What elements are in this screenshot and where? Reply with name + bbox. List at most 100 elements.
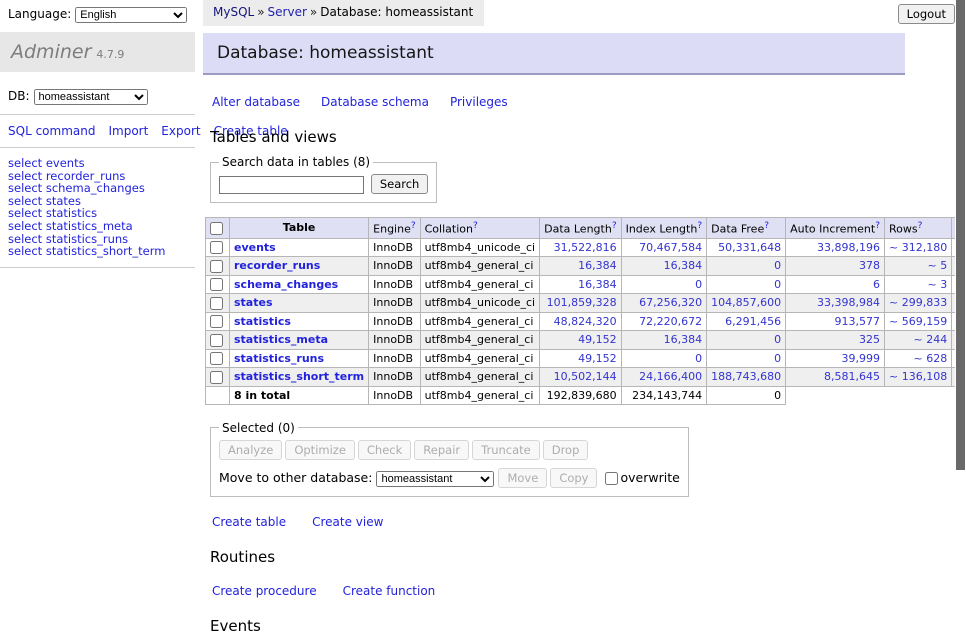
data-free-cell: 50,331,648 (707, 238, 786, 257)
row-checkbox[interactable] (210, 241, 223, 254)
row-checkbox[interactable] (210, 278, 223, 291)
index-length-cell: 16,384 (621, 331, 707, 350)
table-name-link[interactable]: statistics_short_term (234, 370, 364, 383)
total-data-length-cell: 192,839,680 (540, 386, 621, 404)
breadcrumb-item[interactable]: MySQL (213, 5, 254, 19)
create-link[interactable]: Create table (212, 515, 286, 529)
database-action-link[interactable]: Alter database (212, 95, 300, 109)
column-header-label: Auto Increment (790, 223, 875, 236)
selected-action-buttons: AnalyzeOptimizeCheckRepairTruncateDrop (219, 440, 680, 460)
move-db-select[interactable]: homeassistant (376, 471, 494, 487)
row-checkbox[interactable] (210, 315, 223, 328)
sidebar-select-table-link[interactable]: select schema_changes (8, 182, 195, 195)
column-header: Table (230, 218, 369, 239)
selected-button-optimize[interactable]: Optimize (285, 440, 355, 460)
overwrite-checkbox[interactable] (605, 472, 618, 485)
sidebar-actions: SQL commandImportExportCreate table (8, 124, 183, 138)
sidebar-divider (0, 114, 195, 115)
table-name-link[interactable]: recorder_runs (234, 259, 320, 272)
total-label-cell: 8 in total (230, 386, 369, 404)
total-engine-cell: InnoDB (369, 386, 420, 404)
routine-create-link[interactable]: Create function (343, 584, 436, 598)
rows-count-cell: ~ 136,108 (885, 368, 952, 387)
breadcrumb: MySQL»Server»Database: homeassistant (203, 0, 484, 26)
row-checkbox[interactable] (210, 371, 223, 384)
table-name-link[interactable]: schema_changes (234, 278, 338, 291)
breadcrumb-separator: » (307, 5, 320, 19)
row-checkbox[interactable] (210, 297, 223, 310)
table-name-link[interactable]: states (234, 296, 273, 309)
engine-cell: InnoDB (369, 368, 420, 387)
vertical-scrollbar-track[interactable] (955, 0, 966, 543)
engine-cell: InnoDB (369, 238, 420, 257)
engine-cell: InnoDB (369, 349, 420, 368)
row-checkbox[interactable] (210, 334, 223, 347)
rows-count-cell: ~ 5 (885, 257, 952, 276)
sidebar-action-link[interactable]: Import (108, 124, 148, 138)
collation-cell: utf8mb4_general_ci (420, 275, 539, 294)
vertical-scrollbar-thumb[interactable] (956, 0, 965, 470)
app-version: 4.7.9 (96, 48, 124, 61)
db-select-row: DB:homeassistant (8, 89, 195, 105)
breadcrumb-item[interactable]: Server (268, 5, 307, 19)
help-link[interactable]: ? (764, 221, 769, 231)
sidebar-select-table-link[interactable]: select statistics_meta (8, 220, 195, 233)
db-select[interactable]: homeassistant (34, 89, 148, 105)
move-row: Move to other database:homeassistantMove… (219, 468, 680, 488)
create-link[interactable]: Create view (312, 515, 383, 529)
help-link[interactable]: ? (875, 221, 880, 231)
logout-button[interactable]: Logout (898, 4, 955, 24)
table-name-link[interactable]: statistics_runs (234, 352, 324, 365)
auto-increment-cell: 6 (786, 275, 885, 294)
move-button-copy[interactable]: Copy (550, 468, 597, 488)
search-legend: Search data in tables (8) (219, 155, 373, 169)
selected-button-truncate[interactable]: Truncate (472, 440, 540, 460)
database-action-link[interactable]: Database schema (321, 95, 429, 109)
auto-increment-cell: 33,898,196 (786, 238, 885, 257)
language-select[interactable]: English (75, 7, 187, 23)
total-collation-cell: utf8mb4_general_ci (420, 386, 539, 404)
help-link[interactable]: ? (411, 221, 416, 231)
main-content: Database: homeassistant Alter databaseDa… (203, 25, 905, 644)
table-name-link[interactable]: statistics_meta (234, 333, 328, 346)
sidebar-action-link[interactable]: Export (161, 124, 200, 138)
table-row: statistics_short_termInnoDButf8mb4_gener… (206, 368, 966, 387)
total-index-length-cell: 234,143,744 (621, 386, 707, 404)
index-length-cell: 24,166,400 (621, 368, 707, 387)
row-checkbox-cell (206, 331, 230, 350)
selected-button-analyze[interactable]: Analyze (219, 440, 282, 460)
auto-increment-cell: 33,398,984 (786, 294, 885, 313)
selected-button-repair[interactable]: Repair (414, 440, 469, 460)
sidebar-select-table-link[interactable]: select events (8, 157, 195, 170)
table-name-link[interactable]: statistics (234, 315, 291, 328)
search-input[interactable] (219, 176, 364, 194)
data-free-cell: 6,291,456 (707, 312, 786, 331)
row-checkbox-cell (206, 312, 230, 331)
search-button[interactable]: Search (371, 174, 429, 194)
rows-count-cell: ~ 299,833 (885, 294, 952, 313)
row-checkbox[interactable] (210, 352, 223, 365)
data-length-cell: 16,384 (540, 257, 621, 276)
help-link[interactable]: ? (918, 221, 923, 231)
select-all-checkbox[interactable] (210, 222, 223, 235)
selected-button-drop[interactable]: Drop (543, 440, 589, 460)
table-name-link[interactable]: events (234, 241, 276, 254)
sidebar-action-link[interactable]: SQL command (8, 124, 95, 138)
sidebar-select-table-link[interactable]: select statistics_short_term (8, 245, 195, 258)
auto-increment-cell: 39,999 (786, 349, 885, 368)
help-link[interactable]: ? (697, 221, 702, 231)
auto-increment-cell: 913,577 (786, 312, 885, 331)
table-name-cell: statistics_short_term (230, 368, 369, 387)
collation-cell: utf8mb4_general_ci (420, 312, 539, 331)
overwrite-label[interactable]: overwrite (605, 470, 679, 485)
routine-create-link[interactable]: Create procedure (212, 584, 317, 598)
help-link[interactable]: ? (473, 221, 478, 231)
column-header: Collation? (420, 218, 539, 239)
help-link[interactable]: ? (612, 221, 617, 231)
index-length-cell: 0 (621, 275, 707, 294)
row-checkbox-cell (206, 238, 230, 257)
database-action-link[interactable]: Privileges (450, 95, 508, 109)
move-button-move[interactable]: Move (498, 468, 547, 488)
selected-button-check[interactable]: Check (358, 440, 411, 460)
row-checkbox[interactable] (210, 260, 223, 273)
